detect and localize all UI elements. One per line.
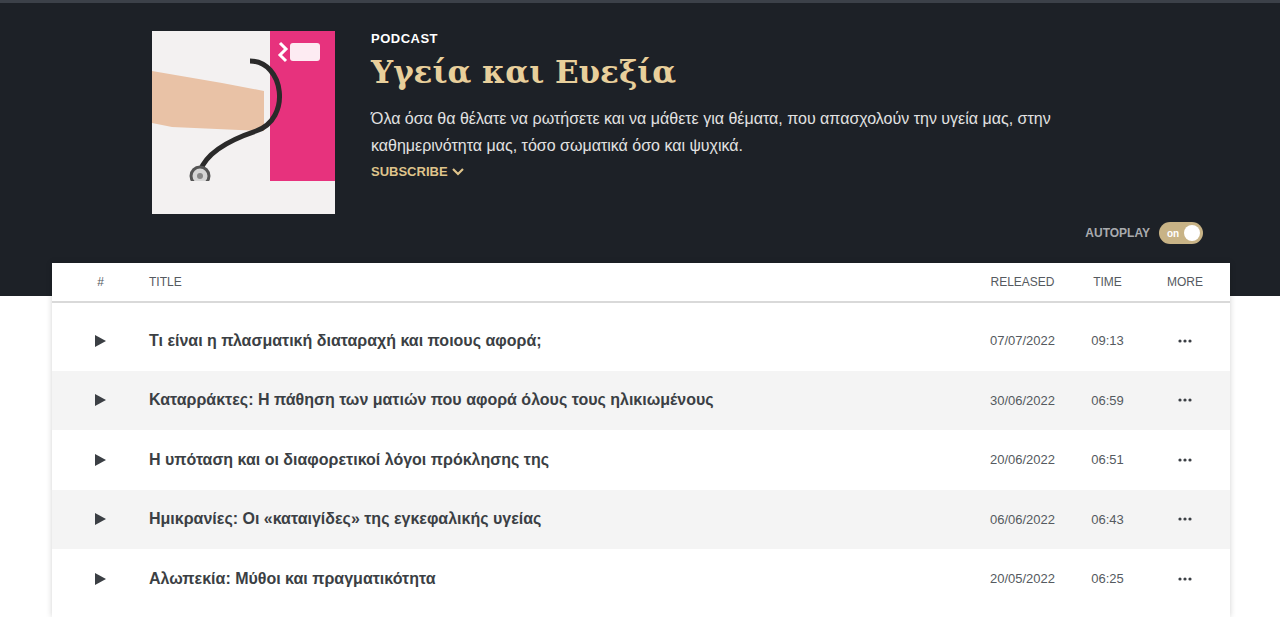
more-button[interactable] [1174,394,1196,406]
episode-title[interactable]: Καταρράκτες: Η πάθηση των ματιών που αφο… [149,391,724,409]
autoplay-toggle[interactable]: on [1159,222,1203,244]
episode-time: 06:25 [1075,571,1140,586]
episode-title[interactable]: Η υπόταση και οι διαφορετικοί λόγοι πρόκ… [149,451,559,469]
episode-table: #TITLERELEASEDTIMEMORE Τι είναι η πλασματ… [52,263,1230,617]
play-icon [95,573,106,585]
table-header: #TITLERELEASEDTIMEMORE [52,263,1230,303]
more-dots-icon [1178,577,1192,581]
episode-time: 06:59 [1075,393,1140,408]
episode-released: 06/06/2022 [970,512,1075,527]
more-dots-icon [1178,339,1192,343]
play-icon [95,454,106,466]
column-header: # [52,275,149,289]
toggle-knob [1184,225,1200,241]
play-button[interactable] [91,390,110,410]
column-header: MORE [1140,275,1230,289]
episode-title[interactable]: Τι είναι η πλασματική διαταραχή και ποιο… [149,332,552,350]
cover-art-icon [152,31,335,214]
podcast-title: Υγεία και Ευεξία [371,52,676,92]
play-icon [95,394,106,406]
top-strip [0,0,1280,3]
podcast-page: PODCAST Υγεία και Ευεξία Όλα όσα θα θέλατε… [0,0,1280,617]
play-button[interactable] [91,569,110,589]
episode-row[interactable]: Καταρράκτες: Η πάθηση των ματιών που αφο… [52,371,1230,431]
more-button[interactable] [1174,573,1196,585]
play-button[interactable] [91,509,110,529]
play-button[interactable] [91,331,110,351]
episode-time: 06:51 [1075,452,1140,467]
episode-row[interactable]: Ημικρανίες: Οι «καταιγίδες» της εγκεφαλι… [52,490,1230,550]
episode-row[interactable]: Τι είναι η πλασματική διαταραχή και ποιο… [52,311,1230,371]
episode-released: 20/05/2022 [970,571,1075,586]
autoplay-row: AUTOPLAY on [0,221,1280,245]
type-label: PODCAST [371,31,438,47]
podcast-description: Όλα όσα θα θέλατε να ρωτήσετε και να μάθ… [371,105,1116,159]
podcast-info: PODCAST Υγεία και Ευεξία Όλα όσα θα θέλατε… [371,31,1116,214]
column-header: TITLE [149,275,970,289]
episode-title[interactable]: Ημικρανίες: Οι «καταιγίδες» της εγκεφαλι… [149,510,551,528]
more-dots-icon [1178,458,1192,462]
more-dots-icon [1178,517,1192,521]
podcast-hero: PODCAST Υγεία και Ευεξία Όλα όσα θα θέλατε… [0,3,1280,214]
more-dots-icon [1178,398,1192,402]
toggle-text: on [1167,228,1179,239]
table-body: Τι είναι η πλασματική διαταραχή και ποιο… [52,303,1230,609]
episode-row[interactable]: Αλωπεκία: Μύθοι και πραγματικότητα 20/05/… [52,549,1230,609]
episode-released: 07/07/2022 [970,333,1075,348]
more-button[interactable] [1174,454,1196,466]
chevron-down-icon [452,168,464,176]
episode-row[interactable]: Η υπόταση και οι διαφορετικοί λόγοι πρόκ… [52,430,1230,490]
more-button[interactable] [1174,513,1196,525]
column-header: TIME [1075,275,1140,289]
autoplay-label: AUTOPLAY [1085,226,1150,240]
episode-released: 20/06/2022 [970,452,1075,467]
play-button[interactable] [91,450,110,470]
more-button[interactable] [1174,335,1196,347]
play-icon [95,335,106,347]
episode-time: 09:13 [1075,333,1140,348]
episode-title[interactable]: Αλωπεκία: Μύθοι και πραγματικότητα [149,570,445,588]
podcast-cover [152,31,335,214]
subscribe-button[interactable]: SUBSCRIBE [371,164,464,180]
column-header: RELEASED [970,275,1075,289]
episode-released: 30/06/2022 [970,393,1075,408]
episode-time: 06:43 [1075,512,1140,527]
play-icon [95,513,106,525]
